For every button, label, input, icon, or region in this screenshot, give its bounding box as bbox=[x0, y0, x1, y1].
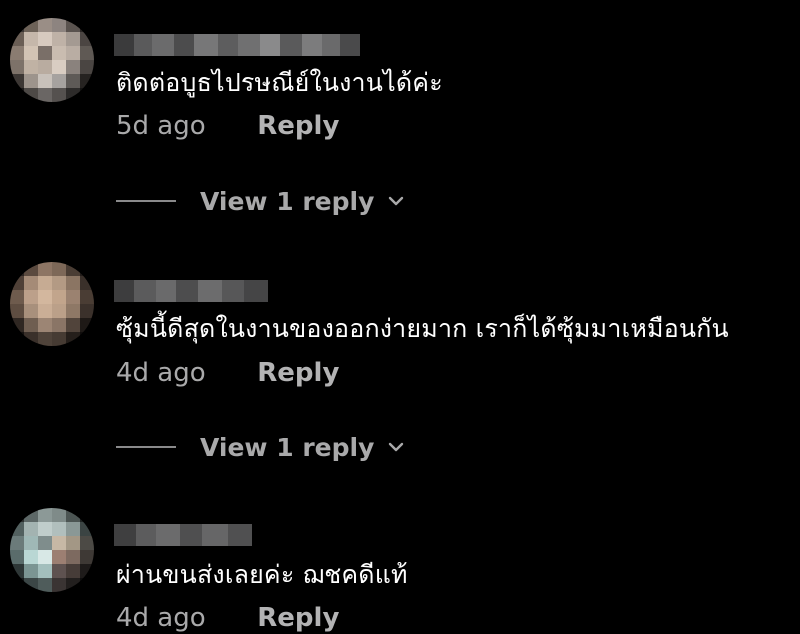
chevron-down-icon bbox=[389, 442, 404, 452]
divider-line bbox=[116, 200, 176, 202]
comment-meta: 5d ago Reply bbox=[116, 110, 339, 142]
comment-text: ซุ้มนี้ดีสุดในงานของออกง่ายมาก เราก็ได้ซ… bbox=[116, 314, 729, 343]
comment-time: 4d ago bbox=[116, 358, 206, 388]
divider-line bbox=[116, 446, 176, 448]
username-blurred[interactable] bbox=[114, 524, 252, 546]
comment-time: 4d ago bbox=[116, 603, 206, 633]
view-replies-label: View 1 reply bbox=[200, 432, 375, 462]
avatar[interactable] bbox=[10, 508, 94, 592]
reply-button[interactable]: Reply bbox=[257, 602, 339, 634]
comment-text: ติดต่อบูธไปรษณีย์ในงานได้ค่ะ bbox=[116, 68, 443, 97]
comment-meta: 4d ago Reply bbox=[116, 602, 339, 634]
avatar[interactable] bbox=[10, 18, 94, 102]
view-replies-button[interactable]: View 1 reply bbox=[116, 185, 406, 217]
view-replies-label: View 1 reply bbox=[200, 186, 375, 216]
comment-meta: 4d ago Reply bbox=[116, 357, 339, 389]
reply-button[interactable]: Reply bbox=[257, 110, 339, 142]
username-blurred[interactable] bbox=[114, 34, 360, 56]
username-blurred[interactable] bbox=[114, 280, 268, 302]
comment-time: 5d ago bbox=[116, 111, 206, 141]
view-replies-button[interactable]: View 1 reply bbox=[116, 431, 406, 463]
chevron-down-icon bbox=[389, 196, 404, 206]
reply-button[interactable]: Reply bbox=[257, 357, 339, 389]
comment-text: ผ่านขนส่งเลยค่ะ ฌชคดีแท้ bbox=[116, 560, 408, 589]
avatar[interactable] bbox=[10, 262, 94, 346]
